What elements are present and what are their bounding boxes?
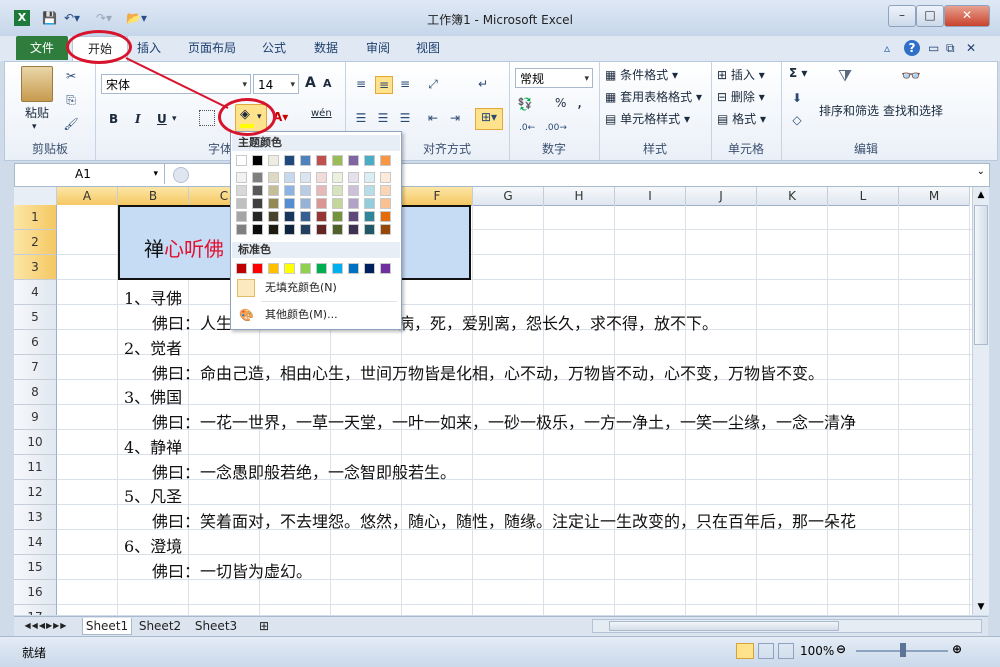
annotation-arrow-line [125,57,229,109]
annotation-arrow-layer [125,57,229,109]
